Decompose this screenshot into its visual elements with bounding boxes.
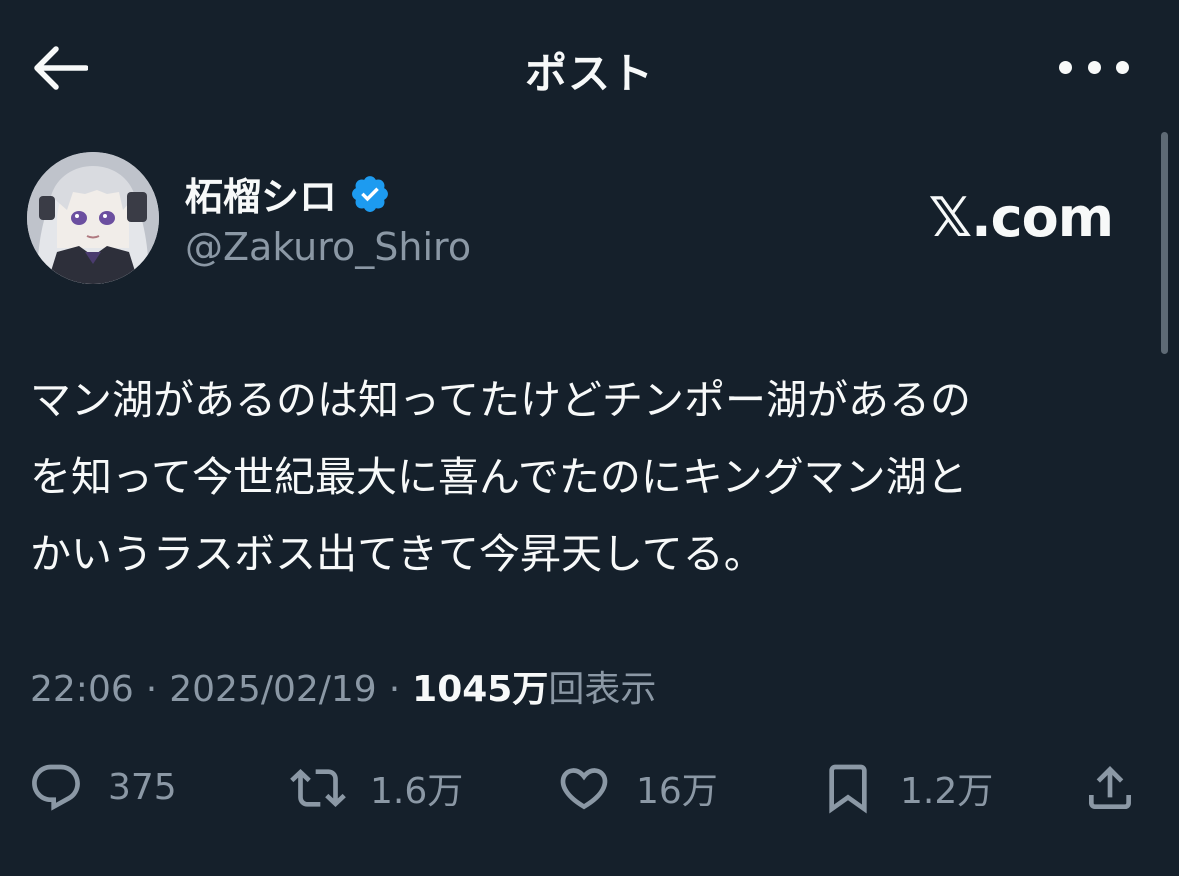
reply-icon bbox=[28, 760, 84, 816]
tweet-date[interactable]: 2025/02/19 bbox=[169, 669, 377, 710]
retweet-button[interactable]: 1.6万 bbox=[290, 750, 463, 825]
tweet-text-line: マン湖があるのは知ってたけどチンポー湖があるの bbox=[30, 376, 971, 424]
meta-separator: · bbox=[145, 669, 158, 710]
like-button[interactable]: 16万 bbox=[556, 750, 718, 825]
verified-badge-icon bbox=[352, 175, 388, 212]
more-horizontal-icon bbox=[1059, 60, 1072, 74]
more-dot bbox=[1087, 60, 1101, 74]
tweet-time[interactable]: 22:06 bbox=[30, 669, 134, 710]
author-name-row[interactable]: 柘榴シロ bbox=[185, 166, 391, 221]
bookmark-icon bbox=[820, 760, 876, 816]
bookmark-count: 1.2万 bbox=[900, 770, 994, 812]
reply-button[interactable]: 375 bbox=[28, 750, 177, 825]
tweet-text: マン湖があるのは知ってたけどチンポー湖があるの を知って今世紀最大に喜んでたのに… bbox=[30, 362, 1140, 593]
share-icon bbox=[1082, 760, 1138, 816]
bookmark-button[interactable]: 1.2万 bbox=[820, 750, 993, 825]
author-name[interactable]: 柘榴シロ bbox=[185, 166, 337, 221]
retweet-icon bbox=[290, 760, 346, 816]
top-bar: ポスト bbox=[0, 0, 1179, 135]
action-bar: 375 1.6万 16万 1.2万 bbox=[0, 750, 1179, 825]
views-count[interactable]: 1045万 bbox=[412, 660, 548, 712]
views-label: 回表示 bbox=[548, 669, 657, 710]
heart-icon bbox=[556, 760, 612, 816]
tweet-meta: 22:06 · 2025/02/19 · 1045万 回表示 bbox=[30, 660, 656, 712]
like-count: 16万 bbox=[636, 770, 718, 812]
site-watermark: 𝕏.com bbox=[928, 186, 1114, 249]
avatar-image bbox=[27, 152, 159, 284]
tweet-text-line: かいうラスボス出てきて今昇天してる。 bbox=[30, 530, 765, 578]
page-title: ポスト bbox=[524, 49, 654, 98]
reply-count: 375 bbox=[108, 767, 177, 808]
tweet-text-line: を知って今世紀最大に喜んでたのにキングマン湖と bbox=[30, 453, 968, 501]
more-dot bbox=[1116, 60, 1129, 74]
meta-separator: · bbox=[388, 669, 401, 710]
avatar[interactable] bbox=[27, 152, 159, 284]
share-button[interactable] bbox=[1082, 750, 1138, 825]
retweet-count: 1.6万 bbox=[370, 770, 464, 812]
more-options-button[interactable] bbox=[1059, 52, 1129, 82]
scrollbar[interactable] bbox=[1161, 132, 1168, 354]
author-handle[interactable]: @Zakuro_Shiro bbox=[185, 225, 471, 269]
